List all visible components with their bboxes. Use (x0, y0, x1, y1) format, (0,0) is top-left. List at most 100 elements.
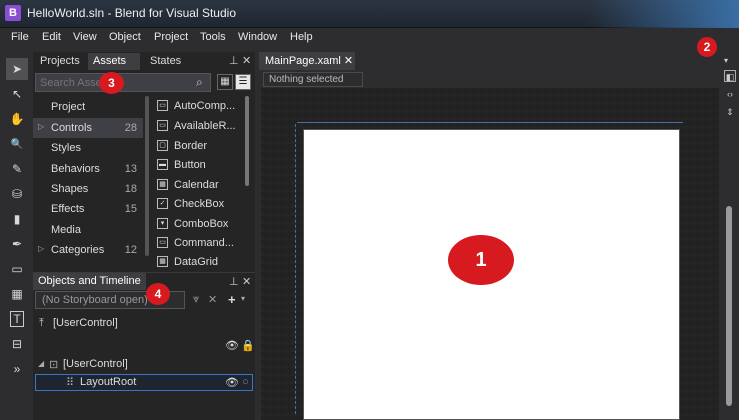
assets-panel: Projects Assets ✕ States ⊥ ✕ ⌕ ▦ ☰ Proje… (33, 52, 255, 420)
lock-icon[interactable]: 🔒 (241, 339, 255, 352)
tree-item-layoutroot[interactable]: ⠿ LayoutRoot 👁 ○ (35, 374, 253, 391)
chevron-down-icon[interactable]: ▾ (724, 56, 728, 65)
asset-icon: ▭ (157, 100, 168, 111)
tree-root-scope[interactable]: [UserControl] (53, 317, 118, 329)
text-icon: T (10, 311, 24, 327)
annotation-badge-3: 3 (99, 72, 124, 94)
menu-file[interactable]: File (11, 31, 29, 43)
menu-window[interactable]: Window (238, 31, 277, 43)
category-media[interactable]: Media (33, 220, 143, 240)
gradient-icon: ▮ (13, 212, 21, 226)
tree-usercontrol[interactable]: [UserControl] (63, 358, 128, 370)
close-panel-icon[interactable]: ✕ (242, 275, 251, 288)
control-tool[interactable]: ⊟ (6, 333, 28, 355)
close-panel-icon[interactable]: ✕ (242, 54, 251, 67)
tab-mainpage[interactable]: MainPage.xaml ✕ (259, 52, 355, 70)
menu-tools[interactable]: Tools (200, 31, 226, 43)
grid-view-button[interactable]: ▦ (217, 74, 233, 90)
vertical-scrollbar[interactable] (726, 206, 732, 406)
menu-object[interactable]: Object (109, 31, 141, 43)
category-behaviors[interactable]: Behaviors 13 (33, 159, 143, 179)
pen-tool[interactable]: ✒ (6, 233, 28, 255)
pin-icon[interactable]: ⊥ (229, 275, 239, 288)
grid-tool[interactable]: ▦ (6, 283, 28, 305)
vertical-guide[interactable] (295, 124, 296, 414)
document-area: MainPage.xaml ✕ Nothing selected ◧ ‹› ⇕ … (257, 52, 739, 420)
xaml-view-icon[interactable]: ⇕ (724, 106, 736, 118)
categories-scrollbar[interactable] (145, 96, 149, 256)
menu-help[interactable]: Help (290, 31, 313, 43)
chevron-down-icon[interactable]: ▾ (241, 294, 245, 303)
objects-timeline-tab[interactable]: Objects and Timeline (33, 273, 146, 290)
asset-icon: ▦ (157, 256, 168, 267)
pan-tool[interactable]: ✋ (6, 108, 28, 130)
category-categories[interactable]: ▷ Categories 12 (33, 240, 143, 260)
direct-selection-tool[interactable]: ↖ (6, 83, 28, 105)
close-icon[interactable]: ✕ (344, 55, 353, 67)
eye-icon[interactable]: 👁 (225, 376, 239, 389)
pen-icon: ✒ (11, 237, 23, 251)
lock-toggle-icon[interactable]: ○ (242, 376, 249, 388)
asset-item[interactable]: ▭ AvailableR... (157, 117, 249, 136)
toolbox: ➤ ↖ ✋ 🔍 ✎ ⛁ ▮ ✒ ▭ ▦ T ⊟ » (6, 58, 30, 388)
asset-item[interactable]: ▦ DataGrid (157, 253, 249, 267)
asset-item[interactable]: ▬ Button (157, 156, 249, 175)
selection-tool[interactable]: ➤ (6, 58, 28, 80)
menu-project[interactable]: Project (154, 31, 188, 43)
asset-icon: ▾ (157, 218, 168, 229)
asset-item[interactable]: ▢ Border (157, 137, 249, 156)
category-styles[interactable]: Styles (33, 138, 143, 158)
usercontrol-icon: ⊡ (49, 359, 59, 371)
objects-timeline-panel: Objects and Timeline ⊥ ✕ (No Storyboard … (33, 272, 255, 420)
horizontal-guide[interactable] (297, 122, 683, 123)
new-storyboard-icon[interactable]: + (228, 292, 236, 307)
asset-icon: ▭ (157, 120, 168, 131)
menu-edit[interactable]: Edit (42, 31, 61, 43)
collapse-icon[interactable]: ⩔ (193, 293, 199, 306)
asset-item[interactable]: ▭ Command... (157, 234, 249, 253)
rectangle-tool[interactable]: ▭ (6, 258, 28, 280)
selection-status: Nothing selected (263, 72, 363, 87)
tab-states[interactable]: States (145, 53, 186, 70)
split-view-icon[interactable]: ‹› (724, 88, 736, 100)
asset-item[interactable]: ▾ ComboBox (157, 215, 249, 234)
eyedropper-icon: ✎ (11, 162, 23, 176)
asset-item[interactable]: ✓ CheckBox (157, 195, 249, 214)
zoom-icon: 🔍 (10, 138, 24, 150)
tree-layoutroot-label: LayoutRoot (80, 376, 137, 388)
text-tool[interactable]: T (6, 308, 28, 330)
more-tools[interactable]: » (6, 358, 28, 380)
grid-icon: ⠿ (66, 377, 75, 389)
asset-item[interactable]: ▦ Calendar (157, 176, 249, 195)
eye-icon[interactable]: 👁 (225, 339, 239, 352)
tab-projects[interactable]: Projects (35, 53, 85, 70)
assets-scrollbar[interactable] (245, 96, 249, 186)
pin-icon[interactable]: ⊥ (229, 54, 239, 67)
annotation-badge-1: 1 (448, 235, 514, 285)
asset-item[interactable]: ▭ AutoComp... (157, 97, 249, 116)
close-storyboard-icon[interactable]: ✕ (208, 293, 217, 306)
search-icon[interactable]: ⌕ (196, 75, 203, 90)
scope-up-icon[interactable]: ⤒ (39, 317, 44, 330)
paint-bucket-tool[interactable]: ⛁ (6, 183, 28, 205)
menu-bar: File Edit View Object Project Tools Wind… (0, 28, 739, 48)
category-project[interactable]: Project (33, 97, 143, 117)
category-shapes[interactable]: Shapes 18 (33, 179, 143, 199)
asset-icon: ✓ (157, 198, 168, 209)
gradient-tool[interactable]: ▮ (6, 208, 28, 230)
tab-assets[interactable]: Assets ✕ (88, 53, 140, 84)
expand-icon[interactable]: ◢ (38, 359, 44, 368)
panel-tabs: Projects Assets ✕ States ⊥ ✕ (33, 52, 255, 84)
eyedropper-tool[interactable]: ✎ (6, 158, 28, 180)
selection-icon: ➤ (11, 62, 23, 76)
menu-view[interactable]: View (73, 31, 97, 43)
list-view-button[interactable]: ☰ (235, 74, 251, 90)
blend-app-icon: B (5, 5, 21, 21)
zoom-tool[interactable]: 🔍 (6, 133, 28, 155)
category-effects[interactable]: Effects 15 (33, 199, 143, 219)
paint-bucket-icon: ⛁ (11, 187, 23, 201)
asset-icon: ▭ (157, 237, 168, 248)
grid-icon: ▦ (11, 287, 23, 301)
design-view-icon[interactable]: ◧ (724, 70, 736, 82)
category-controls[interactable]: ▷ Controls 28 (33, 118, 143, 138)
